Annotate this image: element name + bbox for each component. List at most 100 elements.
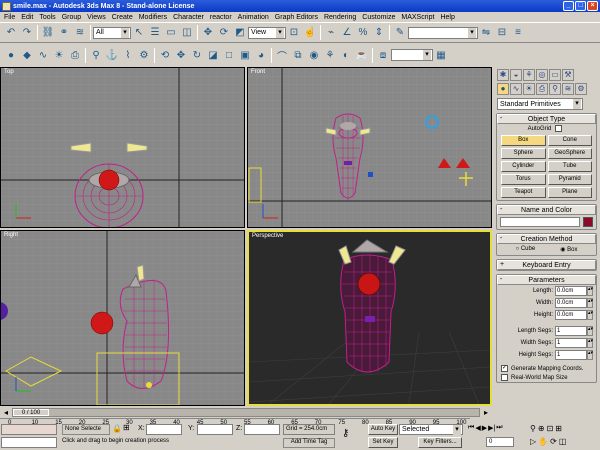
geometry-icon[interactable]: ◆ [20, 48, 34, 62]
menu-file[interactable]: File [2, 14, 19, 21]
menu-customize[interactable]: Customize [360, 14, 399, 21]
zoom-extents-icon[interactable]: ⊡ [547, 424, 554, 433]
layer-icon[interactable]: ≡ [511, 26, 525, 40]
menu-edit[interactable]: Edit [19, 14, 37, 21]
menu-maxscript[interactable]: MAXScript [399, 14, 438, 21]
keyboard-entry-header[interactable]: + Keyboard Entry [497, 260, 596, 270]
rect-selection-icon[interactable]: ▭ [164, 26, 178, 40]
systems-icon[interactable]: ⚙ [137, 48, 151, 62]
modify-tab-icon[interactable]: ◒ [510, 69, 522, 81]
object-type-header[interactable]: - Object Type [497, 114, 596, 124]
prev-frame-icon[interactable]: ◂ [0, 408, 12, 417]
radio-cube[interactable]: ○ Cube [516, 246, 536, 253]
primitive-tube-button[interactable]: Tube [547, 161, 592, 172]
align-icon[interactable]: ⊟ [495, 26, 509, 40]
selection-filter-dropdown[interactable]: All [93, 26, 131, 39]
scale-icon[interactable]: ◩ [233, 26, 247, 40]
prev-key-icon[interactable]: ◀ [475, 424, 480, 432]
height-segs-spinner[interactable]: Height Segs: 1 ▴▾ [497, 349, 596, 361]
camera-icon[interactable]: ⎙ [68, 48, 82, 62]
helpers-icon[interactable]: ⚲ [89, 48, 103, 62]
x-field[interactable] [146, 424, 182, 435]
menu-modifiers[interactable]: Modifiers [137, 14, 171, 21]
name-color-header[interactable]: - Name and Color [497, 205, 596, 215]
close-button[interactable]: × [587, 1, 598, 11]
object-color-swatch[interactable] [583, 217, 593, 227]
time-slider-thumb[interactable]: 0 / 100 [13, 409, 49, 416]
maxscript-listener[interactable] [1, 424, 57, 435]
create-tab-icon[interactable]: ✱ [497, 69, 509, 81]
select-object-icon[interactable]: ↖ [132, 26, 146, 40]
window-crossing-icon[interactable]: ◫ [180, 26, 194, 40]
lock-icon[interactable]: 🔒 [112, 424, 122, 433]
primitive-teapot-button[interactable]: Teapot [501, 187, 546, 198]
rect-select-icon[interactable]: □ [222, 48, 236, 62]
play-icon[interactable]: ▶ [482, 424, 487, 432]
next-key-icon[interactable]: ▶| [488, 424, 495, 432]
material-editor-icon[interactable]: ◉ [307, 48, 321, 62]
primitive-geosphere-button[interactable]: GeoSphere [547, 148, 592, 159]
schematic-icon[interactable]: ⧉ [291, 48, 305, 62]
primitive-box-button[interactable]: Box [501, 135, 546, 146]
menu-character[interactable]: Character [171, 14, 208, 21]
maximize-viewport-icon[interactable]: ◫ [559, 437, 567, 446]
fov-icon[interactable]: ▷ [530, 437, 536, 446]
quick-render-icon[interactable]: ☕ [355, 48, 369, 62]
menu-graph-editors[interactable]: Graph Editors [273, 14, 322, 21]
motion-tab-icon[interactable]: ◎ [536, 69, 548, 81]
primitive-torus-button[interactable]: Torus [501, 174, 546, 185]
add-time-tag-button[interactable]: Add Time Tag [283, 438, 335, 448]
z-field[interactable] [244, 424, 280, 435]
move-icon[interactable]: ✥ [201, 26, 215, 40]
utilities-tab-icon[interactable]: ⚒ [562, 69, 574, 81]
length-spinner[interactable]: Length: 0.0cm ▴▾ [497, 285, 596, 297]
key-icon[interactable]: ⚷ [342, 428, 349, 439]
object-name-field[interactable] [500, 217, 580, 227]
zoom-icon[interactable]: ⚲ [530, 424, 536, 433]
menu-reactor[interactable]: reactor [208, 14, 236, 21]
parameters-header[interactable]: - Parameters [497, 275, 596, 285]
pan-icon[interactable]: ✋ [538, 437, 548, 446]
menu-group[interactable]: Group [60, 14, 85, 21]
viewport-front[interactable]: Front [247, 67, 492, 228]
menu-create[interactable]: Create [110, 14, 137, 21]
maximize-button[interactable]: □ [575, 1, 586, 11]
orbit-icon[interactable]: ⟳ [550, 437, 557, 446]
link-icon[interactable]: ⚓ [105, 48, 119, 62]
systems-cat-icon[interactable]: ⚙ [575, 83, 587, 95]
minimize-button[interactable]: _ [563, 1, 574, 11]
height-spinner[interactable]: Height: 0.0cm ▴▾ [497, 309, 596, 321]
material-icon[interactable]: ▣ [238, 48, 252, 62]
space-warps-icon[interactable]: ⌇ [121, 48, 135, 62]
angle-snap-icon[interactable]: ∠ [340, 26, 354, 40]
primitive-plane-button[interactable]: Plane [547, 187, 592, 198]
rotate-obj-icon[interactable]: ↻ [190, 48, 204, 62]
zoom-all-icon[interactable]: ⊕ [538, 424, 545, 433]
primitive-pyramid-button[interactable]: Pyramid [547, 174, 592, 185]
abs-mode-icon[interactable]: ⊞ [123, 423, 130, 432]
y-field[interactable] [197, 424, 233, 435]
sphere-icon[interactable]: ◕ [254, 48, 268, 62]
named-selection-dropdown[interactable] [408, 26, 478, 39]
hierarchy-tab-icon[interactable]: ⚘ [523, 69, 535, 81]
select-link-icon[interactable]: ⛓ [41, 26, 55, 40]
render-setup-icon[interactable]: ⚘ [323, 48, 337, 62]
viewport-right[interactable]: Right [0, 230, 245, 406]
goto-end-icon[interactable]: ⏭ [496, 424, 502, 432]
primitive-cylinder-button[interactable]: Cylinder [501, 161, 546, 172]
curve-editor-icon[interactable]: ⌒ [275, 48, 289, 63]
viewport-top[interactable]: Top [0, 67, 245, 228]
named-sel-icon[interactable]: ✎ [393, 26, 407, 40]
gen-mapping-checkbox[interactable]: ✓ Generate Mapping Coords. [497, 364, 596, 373]
zoom-extents-all-icon[interactable]: ⊞ [555, 424, 562, 433]
width-segs-spinner[interactable]: Width Segs: 1 ▴▾ [497, 337, 596, 349]
current-frame-field[interactable]: 0 [486, 437, 514, 447]
auto-key-button[interactable]: Auto Key [368, 424, 398, 435]
autogrid-checkbox[interactable] [555, 125, 563, 132]
rotate-view-icon[interactable]: ⟲ [158, 48, 172, 62]
key-mode-dropdown[interactable]: Selected [399, 424, 463, 435]
real-world-checkbox[interactable]: Real-World Map Size [497, 373, 596, 382]
scale-obj-icon[interactable]: ◪ [206, 48, 220, 62]
viewport-perspective[interactable]: Perspective [247, 230, 492, 406]
menu-tools[interactable]: Tools [37, 14, 59, 21]
